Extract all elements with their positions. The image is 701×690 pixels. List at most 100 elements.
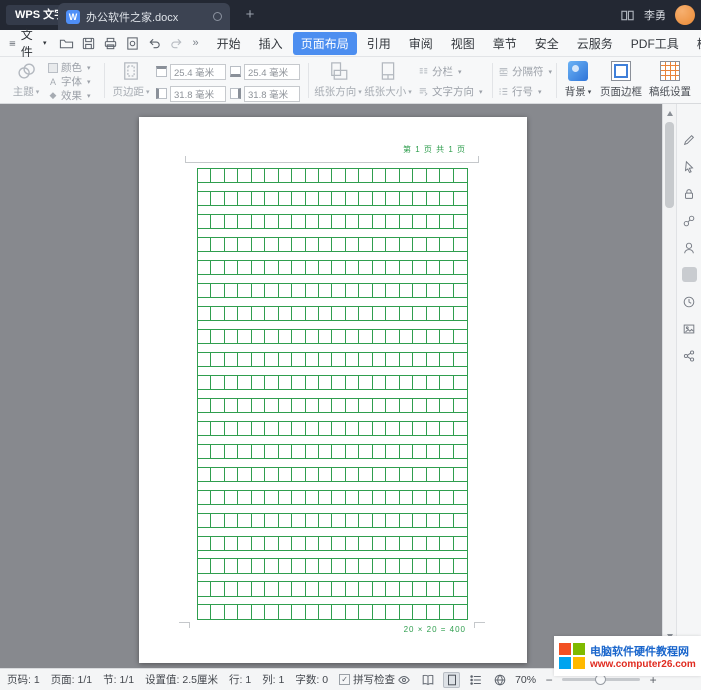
menu-tab-安全[interactable]: 安全 <box>527 32 567 55</box>
menu-tab-视图[interactable]: 视图 <box>443 32 483 55</box>
group-separator <box>492 63 493 98</box>
grid-cell <box>346 559 359 572</box>
new-tab-button[interactable]: + <box>240 5 260 25</box>
eye-protect-view-icon[interactable] <box>395 672 412 688</box>
document-tab[interactable]: W 办公软件之家.docx <box>58 3 230 30</box>
save-icon[interactable] <box>81 35 97 51</box>
grid-row <box>198 329 467 344</box>
scrollbar-thumb[interactable] <box>665 122 674 208</box>
menu-tab-引用[interactable]: 引用 <box>359 32 399 55</box>
background-button[interactable]: 背景 <box>560 57 596 104</box>
margin-left-input[interactable] <box>170 86 226 102</box>
columns-button[interactable]: 分栏 <box>418 65 483 78</box>
grid-cell <box>413 445 426 458</box>
grid-cell <box>400 192 413 205</box>
grid-cell <box>292 514 305 527</box>
grid-cell <box>279 169 292 182</box>
grid-cell <box>292 468 305 481</box>
grid-cell <box>413 307 426 320</box>
outline-view-icon[interactable] <box>467 672 484 688</box>
grid-cell <box>400 330 413 343</box>
manuscript-grid[interactable] <box>197 168 468 620</box>
grid-row <box>198 513 467 528</box>
user-name[interactable]: 李勇 <box>644 7 666 23</box>
user-avatar[interactable] <box>675 5 695 25</box>
theme-button[interactable]: 主题 <box>6 57 46 104</box>
menu-tab-审阅[interactable]: 审阅 <box>401 32 441 55</box>
link-icon[interactable] <box>682 213 697 228</box>
history-clock-icon[interactable] <box>682 294 697 309</box>
grid-cell <box>306 307 319 320</box>
more-tools-button[interactable]: » <box>193 37 199 49</box>
file-menu-button[interactable]: 文件 <box>8 26 47 60</box>
lock-icon[interactable] <box>682 186 697 201</box>
page[interactable]: 第 1 页 共 1 页 20 × 20 = 400 <box>139 117 527 663</box>
paper-grid-settings-button[interactable]: 稿纸设置 <box>646 57 694 104</box>
menu-tab-模板[interactable]: 模板 <box>689 32 701 55</box>
side-panel-icon[interactable] <box>682 267 697 282</box>
web-view-icon[interactable] <box>491 672 508 688</box>
separator-button[interactable]: 分隔符 <box>498 65 552 78</box>
pointer-icon[interactable] <box>682 159 697 174</box>
menu-tab-章节[interactable]: 章节 <box>485 32 525 55</box>
grid-cell <box>386 399 399 412</box>
vertical-scrollbar[interactable] <box>662 104 676 668</box>
menu-tab-云服务[interactable]: 云服务 <box>569 32 621 55</box>
spell-check-toggle[interactable]: 拼写检查 <box>339 672 395 687</box>
grid-cell <box>306 330 319 343</box>
read-mode-icon[interactable] <box>419 672 436 688</box>
grid-cell <box>292 261 305 274</box>
zoom-slider[interactable] <box>562 678 640 681</box>
open-folder-icon[interactable] <box>59 35 75 51</box>
grid-cell <box>306 537 319 550</box>
margins-label: 页边距 <box>112 84 149 99</box>
menu-tab-页面布局[interactable]: 页面布局 <box>293 32 357 55</box>
split-view-icon[interactable] <box>620 8 635 23</box>
assistant-icon[interactable] <box>682 240 697 255</box>
share-icon[interactable] <box>682 348 697 363</box>
zoom-level[interactable]: 70% <box>515 674 536 686</box>
paper-size-button[interactable]: 纸张大小 <box>364 57 412 104</box>
margins-button[interactable]: 页边距 <box>110 57 152 104</box>
undo-icon[interactable] <box>147 35 163 51</box>
grid-cell <box>198 422 211 435</box>
margin-right-icon <box>230 88 241 99</box>
grid-cell <box>427 261 440 274</box>
image-icon[interactable] <box>682 321 697 336</box>
grid-cell <box>440 468 453 481</box>
scroll-up-button[interactable] <box>663 107 676 119</box>
grid-cell <box>332 192 345 205</box>
grid-cell <box>427 422 440 435</box>
grid-cell <box>319 422 332 435</box>
redo-icon[interactable] <box>169 35 185 51</box>
page-border-button[interactable]: 页面边框 <box>598 57 644 104</box>
grid-cell <box>279 514 292 527</box>
print-icon[interactable] <box>103 35 119 51</box>
page-view-icon[interactable] <box>443 672 460 688</box>
text-direction-button[interactable]: 文字方向 <box>418 85 483 98</box>
margin-top-input[interactable] <box>170 64 226 80</box>
grid-cell <box>427 605 440 618</box>
theme-colors-button[interactable]: 颜色 <box>48 61 91 74</box>
menu-tab-开始[interactable]: 开始 <box>209 32 249 55</box>
grid-cell <box>292 284 305 297</box>
grid-cell <box>292 330 305 343</box>
pen-icon[interactable] <box>682 132 697 147</box>
grid-cell <box>238 192 251 205</box>
grid-cell <box>400 261 413 274</box>
document-canvas[interactable]: 第 1 页 共 1 页 20 × 20 = 400 <box>0 104 662 668</box>
paper-orientation-button[interactable]: 纸张方向 <box>314 57 362 104</box>
grid-cell <box>292 192 305 205</box>
margin-right-input[interactable] <box>244 86 300 102</box>
print-preview-icon[interactable] <box>125 35 141 51</box>
grid-cell <box>359 605 372 618</box>
theme-effects-button[interactable]: ◆ 效果 <box>48 89 91 102</box>
line-number-button[interactable]: 行号 <box>498 85 552 98</box>
grid-cell <box>346 353 359 366</box>
menu-tab-PDF工具[interactable]: PDF工具 <box>623 32 687 55</box>
theme-fonts-button[interactable]: A 字体 <box>48 75 91 88</box>
menu-tab-插入[interactable]: 插入 <box>251 32 291 55</box>
paper-orientation-label: 纸张方向 <box>314 84 362 99</box>
grid-cell <box>265 307 278 320</box>
margin-bottom-input[interactable] <box>244 64 300 80</box>
